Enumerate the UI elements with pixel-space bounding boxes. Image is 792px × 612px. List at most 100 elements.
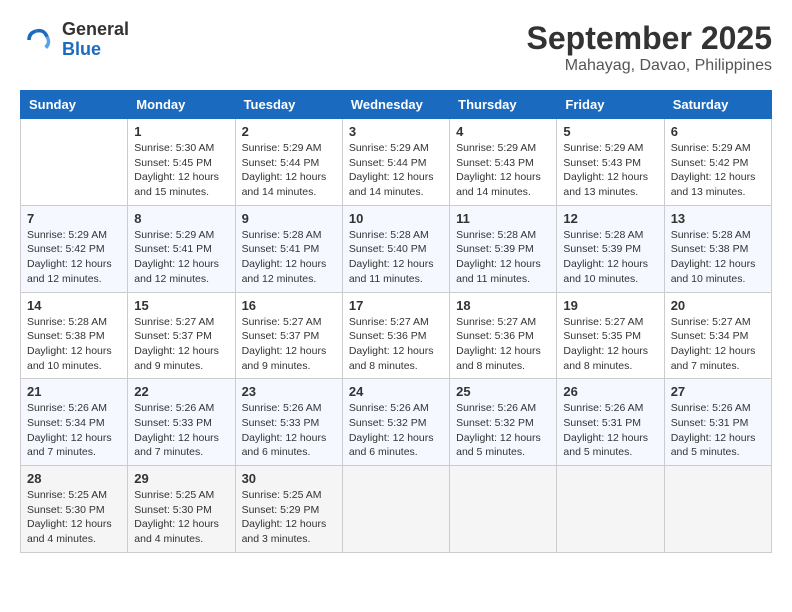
day-number: 16	[242, 298, 336, 313]
day-info: Sunrise: 5:28 AM Sunset: 5:39 PM Dayligh…	[456, 228, 550, 287]
table-row: 17Sunrise: 5:27 AM Sunset: 5:36 PM Dayli…	[342, 292, 449, 379]
day-number: 30	[242, 471, 336, 486]
day-number: 15	[134, 298, 228, 313]
day-info: Sunrise: 5:29 AM Sunset: 5:42 PM Dayligh…	[671, 141, 765, 200]
day-info: Sunrise: 5:27 AM Sunset: 5:36 PM Dayligh…	[349, 315, 443, 374]
day-number: 23	[242, 384, 336, 399]
day-info: Sunrise: 5:28 AM Sunset: 5:38 PM Dayligh…	[27, 315, 121, 374]
day-info: Sunrise: 5:29 AM Sunset: 5:41 PM Dayligh…	[134, 228, 228, 287]
day-info: Sunrise: 5:29 AM Sunset: 5:44 PM Dayligh…	[242, 141, 336, 200]
day-number: 4	[456, 124, 550, 139]
logo-general-text: General	[62, 20, 129, 40]
day-number: 5	[563, 124, 657, 139]
day-number: 19	[563, 298, 657, 313]
table-row: 15 Sunrise: 5:27 AM Sunset: 5:37 PM Dayli…	[128, 292, 235, 379]
table-row: 26 Sunrise: 5:26 AM Sunset: 5:31 PM Dayli…	[557, 379, 664, 466]
col-sunday: Sunday	[21, 91, 128, 119]
logo-blue-text: Blue	[62, 40, 129, 60]
table-row: 30 Sunrise: 5:25 AM Sunset: 5:29 PM Dayli…	[235, 466, 342, 553]
calendar-week-row: 28Sunrise: 5:25 AM Sunset: 5:30 PM Dayli…	[21, 466, 772, 553]
page-header: General Blue September 2025 Mahayag, Dav…	[20, 20, 772, 75]
day-info: Sunrise: 5:26 AM Sunset: 5:32 PM Dayligh…	[456, 401, 550, 460]
table-row	[342, 466, 449, 553]
day-number: 18	[456, 298, 550, 313]
logo-icon	[20, 22, 56, 58]
table-row: 25 Sunrise: 5:26 AM Sunset: 5:32 PM Dayli…	[450, 379, 557, 466]
table-row: 27 Sunrise: 5:26 AM Sunset: 5:31 PM Dayli…	[664, 379, 771, 466]
table-row: 29 Sunrise: 5:25 AM Sunset: 5:30 PM Dayli…	[128, 466, 235, 553]
day-number: 26	[563, 384, 657, 399]
day-info: Sunrise: 5:27 AM Sunset: 5:37 PM Dayligh…	[134, 315, 228, 374]
table-row: 6 Sunrise: 5:29 AM Sunset: 5:42 PM Daylig…	[664, 119, 771, 206]
day-info: Sunrise: 5:25 AM Sunset: 5:30 PM Dayligh…	[27, 488, 121, 547]
day-number: 22	[134, 384, 228, 399]
table-row: 22Sunrise: 5:26 AM Sunset: 5:33 PM Dayli…	[128, 379, 235, 466]
day-number: 2	[242, 124, 336, 139]
table-row: 19 Sunrise: 5:27 AM Sunset: 5:35 PM Dayli…	[557, 292, 664, 379]
day-info: Sunrise: 5:25 AM Sunset: 5:29 PM Dayligh…	[242, 488, 336, 547]
day-info: Sunrise: 5:28 AM Sunset: 5:38 PM Dayligh…	[671, 228, 765, 287]
day-info: Sunrise: 5:28 AM Sunset: 5:40 PM Dayligh…	[349, 228, 443, 287]
location-title: Mahayag, Davao, Philippines	[527, 57, 772, 75]
day-info: Sunrise: 5:28 AM Sunset: 5:39 PM Dayligh…	[563, 228, 657, 287]
day-number: 25	[456, 384, 550, 399]
day-info: Sunrise: 5:26 AM Sunset: 5:34 PM Dayligh…	[27, 401, 121, 460]
table-row: 4Sunrise: 5:29 AM Sunset: 5:43 PM Daylig…	[450, 119, 557, 206]
day-number: 29	[134, 471, 228, 486]
day-number: 27	[671, 384, 765, 399]
col-wednesday: Wednesday	[342, 91, 449, 119]
calendar-week-row: 21 Sunrise: 5:26 AM Sunset: 5:34 PM Dayli…	[21, 379, 772, 466]
table-row: 2 Sunrise: 5:29 AM Sunset: 5:44 PM Daylig…	[235, 119, 342, 206]
table-row: 28Sunrise: 5:25 AM Sunset: 5:30 PM Dayli…	[21, 466, 128, 553]
day-info: Sunrise: 5:29 AM Sunset: 5:43 PM Dayligh…	[563, 141, 657, 200]
day-number: 1	[134, 124, 228, 139]
day-info: Sunrise: 5:27 AM Sunset: 5:34 PM Dayligh…	[671, 315, 765, 374]
day-info: Sunrise: 5:26 AM Sunset: 5:31 PM Dayligh…	[563, 401, 657, 460]
day-info: Sunrise: 5:30 AM Sunset: 5:45 PM Dayligh…	[134, 141, 228, 200]
title-block: September 2025 Mahayag, Davao, Philippin…	[527, 20, 772, 75]
day-info: Sunrise: 5:27 AM Sunset: 5:37 PM Dayligh…	[242, 315, 336, 374]
col-tuesday: Tuesday	[235, 91, 342, 119]
day-number: 12	[563, 211, 657, 226]
day-info: Sunrise: 5:27 AM Sunset: 5:35 PM Dayligh…	[563, 315, 657, 374]
col-thursday: Thursday	[450, 91, 557, 119]
day-info: Sunrise: 5:26 AM Sunset: 5:32 PM Dayligh…	[349, 401, 443, 460]
day-info: Sunrise: 5:26 AM Sunset: 5:31 PM Dayligh…	[671, 401, 765, 460]
day-info: Sunrise: 5:26 AM Sunset: 5:33 PM Dayligh…	[242, 401, 336, 460]
calendar-table: Sunday Monday Tuesday Wednesday Thursday…	[20, 90, 772, 553]
table-row: 13Sunrise: 5:28 AM Sunset: 5:38 PM Dayli…	[664, 205, 771, 292]
table-row	[664, 466, 771, 553]
day-info: Sunrise: 5:27 AM Sunset: 5:36 PM Dayligh…	[456, 315, 550, 374]
col-friday: Friday	[557, 91, 664, 119]
day-number: 20	[671, 298, 765, 313]
day-number: 10	[349, 211, 443, 226]
table-row: 9Sunrise: 5:28 AM Sunset: 5:41 PM Daylig…	[235, 205, 342, 292]
day-info: Sunrise: 5:25 AM Sunset: 5:30 PM Dayligh…	[134, 488, 228, 547]
day-number: 21	[27, 384, 121, 399]
table-row	[450, 466, 557, 553]
table-row: 8 Sunrise: 5:29 AM Sunset: 5:41 PM Daylig…	[128, 205, 235, 292]
day-info: Sunrise: 5:29 AM Sunset: 5:44 PM Dayligh…	[349, 141, 443, 200]
calendar-week-row: 7Sunrise: 5:29 AM Sunset: 5:42 PM Daylig…	[21, 205, 772, 292]
table-row: 14Sunrise: 5:28 AM Sunset: 5:38 PM Dayli…	[21, 292, 128, 379]
table-row: 11Sunrise: 5:28 AM Sunset: 5:39 PM Dayli…	[450, 205, 557, 292]
table-row: 7Sunrise: 5:29 AM Sunset: 5:42 PM Daylig…	[21, 205, 128, 292]
day-number: 24	[349, 384, 443, 399]
table-row: 21 Sunrise: 5:26 AM Sunset: 5:34 PM Dayli…	[21, 379, 128, 466]
logo-text: General Blue	[62, 20, 129, 60]
calendar-header-row: Sunday Monday Tuesday Wednesday Thursday…	[21, 91, 772, 119]
month-title: September 2025	[527, 20, 772, 57]
table-row: 1 Sunrise: 5:30 AM Sunset: 5:45 PM Daylig…	[128, 119, 235, 206]
day-number: 6	[671, 124, 765, 139]
day-number: 9	[242, 211, 336, 226]
day-info: Sunrise: 5:29 AM Sunset: 5:42 PM Dayligh…	[27, 228, 121, 287]
table-row: 5 Sunrise: 5:29 AM Sunset: 5:43 PM Daylig…	[557, 119, 664, 206]
table-row: 12 Sunrise: 5:28 AM Sunset: 5:39 PM Dayli…	[557, 205, 664, 292]
day-number: 8	[134, 211, 228, 226]
table-row	[557, 466, 664, 553]
col-monday: Monday	[128, 91, 235, 119]
day-number: 3	[349, 124, 443, 139]
col-saturday: Saturday	[664, 91, 771, 119]
calendar-week-row: 1 Sunrise: 5:30 AM Sunset: 5:45 PM Daylig…	[21, 119, 772, 206]
calendar-week-row: 14Sunrise: 5:28 AM Sunset: 5:38 PM Dayli…	[21, 292, 772, 379]
